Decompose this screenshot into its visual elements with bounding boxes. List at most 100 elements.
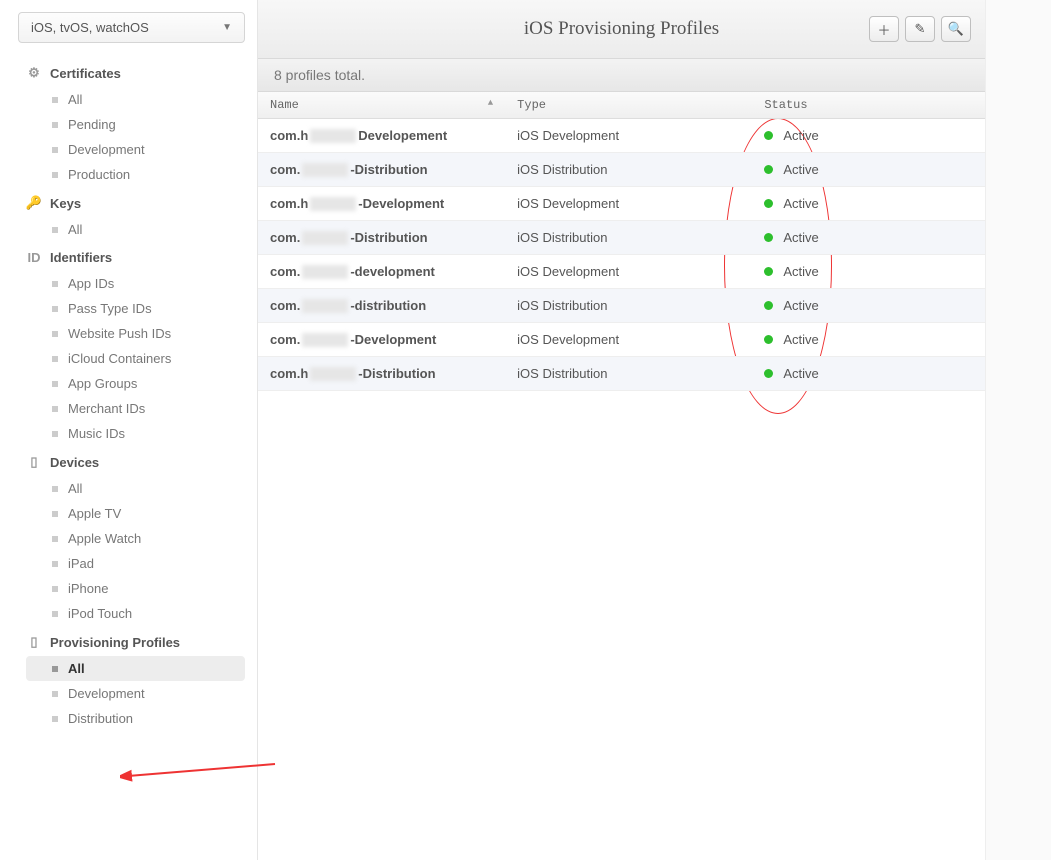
redacted bbox=[302, 333, 348, 347]
sidebar-item-label: Pending bbox=[68, 117, 116, 132]
sidebar-item-all[interactable]: All bbox=[26, 656, 245, 681]
sidebar-item-label: Apple Watch bbox=[68, 531, 141, 546]
cell-name: com.hDevelopement bbox=[258, 119, 505, 153]
search-icon: 🔍 bbox=[948, 21, 964, 37]
status-dot-icon bbox=[764, 301, 773, 310]
add-button[interactable]: ＋ bbox=[869, 16, 899, 42]
cell-name: com.-Development bbox=[258, 323, 505, 357]
bullet-icon bbox=[52, 122, 58, 128]
bullet-icon bbox=[52, 406, 58, 412]
sidebar-item-pass-type-ids[interactable]: Pass Type IDs bbox=[0, 296, 245, 321]
sidebar-item-ipad[interactable]: iPad bbox=[0, 551, 245, 576]
device-icon: ▯ bbox=[26, 454, 42, 470]
key-icon: 🔑 bbox=[26, 195, 42, 211]
bullet-icon bbox=[52, 666, 58, 672]
plus-icon: ＋ bbox=[877, 20, 890, 39]
redacted bbox=[310, 367, 356, 381]
redacted bbox=[302, 231, 348, 245]
sidebar-item-apple-watch[interactable]: Apple Watch bbox=[0, 526, 245, 551]
sidebar-item-all[interactable]: All bbox=[0, 87, 245, 112]
table-row[interactable]: com.-DevelopmentiOS DevelopmentActive bbox=[258, 323, 985, 357]
bullet-icon bbox=[52, 306, 58, 312]
sidebar-item-app-ids[interactable]: App IDs bbox=[0, 271, 245, 296]
redacted bbox=[310, 129, 356, 143]
table-row[interactable]: com.h-DevelopmentiOS DevelopmentActive bbox=[258, 187, 985, 221]
table-row[interactable]: com.-DistributioniOS DistributionActive bbox=[258, 153, 985, 187]
id-icon: ID bbox=[26, 250, 42, 265]
bullet-icon bbox=[52, 172, 58, 178]
section-title: Provisioning Profiles bbox=[50, 635, 180, 650]
redacted bbox=[302, 163, 348, 177]
sidebar-item-all[interactable]: All bbox=[0, 217, 245, 242]
sidebar-item-label: iPod Touch bbox=[68, 606, 132, 621]
cell-status: Active bbox=[752, 323, 985, 357]
col-type[interactable]: Type bbox=[505, 92, 752, 119]
search-button[interactable]: 🔍 bbox=[941, 16, 971, 42]
sidebar-item-label: Music IDs bbox=[68, 426, 125, 441]
sidebar-item-website-push-ids[interactable]: Website Push IDs bbox=[0, 321, 245, 346]
bullet-icon bbox=[52, 356, 58, 362]
cell-name: com.-Distribution bbox=[258, 153, 505, 187]
summary-bar: 8 profiles total. bbox=[258, 58, 985, 92]
sidebar-item-development[interactable]: Development bbox=[0, 137, 245, 162]
section-title: Certificates bbox=[50, 66, 121, 81]
platform-selector[interactable]: iOS, tvOS, watchOS ▼ bbox=[18, 12, 245, 43]
bullet-icon bbox=[52, 227, 58, 233]
cell-name: com.-Distribution bbox=[258, 221, 505, 255]
section-certificates: ⚙Certificates bbox=[0, 57, 257, 87]
bullet-icon bbox=[52, 561, 58, 567]
sidebar-item-label: Merchant IDs bbox=[68, 401, 145, 416]
section-title: Devices bbox=[50, 455, 99, 470]
sidebar-item-app-groups[interactable]: App Groups bbox=[0, 371, 245, 396]
sidebar-item-ipod-touch[interactable]: iPod Touch bbox=[0, 601, 245, 626]
redacted bbox=[302, 265, 348, 279]
edit-button[interactable]: ✎ bbox=[905, 16, 935, 42]
sidebar-item-merchant-ids[interactable]: Merchant IDs bbox=[0, 396, 245, 421]
sidebar-item-label: App Groups bbox=[68, 376, 137, 391]
cell-type: iOS Distribution bbox=[505, 153, 752, 187]
table-row[interactable]: com.-developmentiOS DevelopmentActive bbox=[258, 255, 985, 289]
table-row[interactable]: com.h-DistributioniOS DistributionActive bbox=[258, 357, 985, 391]
bullet-icon bbox=[52, 331, 58, 337]
section-provisioning-profiles: ▯Provisioning Profiles bbox=[0, 626, 257, 656]
cell-type: iOS Development bbox=[505, 119, 752, 153]
sidebar-item-icloud-containers[interactable]: iCloud Containers bbox=[0, 346, 245, 371]
section-keys: 🔑 Keys bbox=[0, 187, 257, 217]
redacted bbox=[302, 299, 348, 313]
table-row[interactable]: com.hDevelopementiOS DevelopmentActive bbox=[258, 119, 985, 153]
sidebar: iOS, tvOS, watchOS ▼ ⚙CertificatesAllPen… bbox=[0, 0, 258, 860]
status-dot-icon bbox=[764, 233, 773, 242]
sidebar-item-pending[interactable]: Pending bbox=[0, 112, 245, 137]
sidebar-item-production[interactable]: Production bbox=[0, 162, 245, 187]
status-dot-icon bbox=[764, 165, 773, 174]
sidebar-item-distribution[interactable]: Distribution bbox=[0, 706, 245, 731]
cell-type: iOS Development bbox=[505, 187, 752, 221]
bullet-icon bbox=[52, 586, 58, 592]
cell-type: iOS Distribution bbox=[505, 221, 752, 255]
sidebar-item-music-ids[interactable]: Music IDs bbox=[0, 421, 245, 446]
platform-label: iOS, tvOS, watchOS bbox=[31, 20, 149, 35]
col-name[interactable]: Name▲ bbox=[258, 92, 505, 119]
sidebar-item-all[interactable]: All bbox=[0, 476, 245, 501]
bullet-icon bbox=[52, 691, 58, 697]
status-dot-icon bbox=[764, 335, 773, 344]
sidebar-item-label: iCloud Containers bbox=[68, 351, 171, 366]
page-title: iOS Provisioning Profiles bbox=[524, 18, 719, 40]
sidebar-item-iphone[interactable]: iPhone bbox=[0, 576, 245, 601]
sidebar-item-apple-tv[interactable]: Apple TV bbox=[0, 501, 245, 526]
redacted bbox=[310, 197, 356, 211]
col-status[interactable]: Status bbox=[752, 92, 985, 119]
cell-name: com.h-Distribution bbox=[258, 357, 505, 391]
table-row[interactable]: com.-DistributioniOS DistributionActive bbox=[258, 221, 985, 255]
sidebar-item-label: Website Push IDs bbox=[68, 326, 171, 341]
bullet-icon bbox=[52, 281, 58, 287]
cell-status: Active bbox=[752, 221, 985, 255]
status-dot-icon bbox=[764, 131, 773, 140]
sidebar-item-development[interactable]: Development bbox=[0, 681, 245, 706]
sidebar-item-label: iPad bbox=[68, 556, 94, 571]
section-title: Keys bbox=[50, 196, 81, 211]
section-identifiers: IDIdentifiers bbox=[0, 242, 257, 271]
sidebar-item-label: Distribution bbox=[68, 711, 133, 726]
table-row[interactable]: com.-distributioniOS DistributionActive bbox=[258, 289, 985, 323]
section-devices: ▯ Devices bbox=[0, 446, 257, 476]
